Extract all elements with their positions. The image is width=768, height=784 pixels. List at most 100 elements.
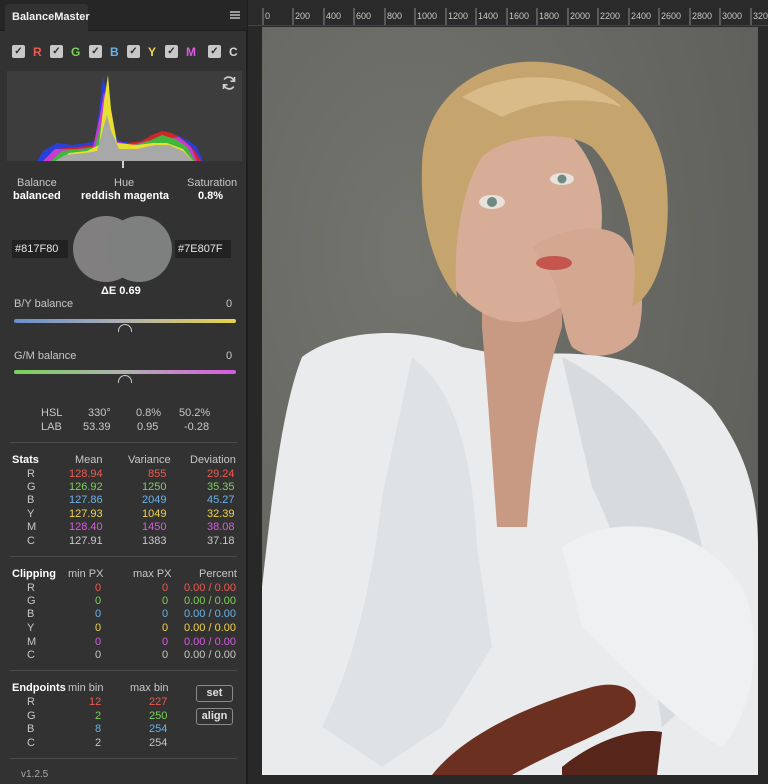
divider [10, 758, 237, 759]
stats-row-deviation: 29.24 [207, 468, 235, 480]
ruler-label: 1200 [448, 11, 469, 21]
clipping-title: Clipping [12, 568, 56, 580]
channel-label-c: C [229, 45, 238, 59]
ruler-label: 200 [295, 11, 311, 21]
hue-value: reddish magenta [81, 190, 170, 202]
endpoints-row-max: 254 [149, 737, 168, 749]
checkbox-c[interactable]: ✓ [208, 45, 221, 58]
endpoints-title: Endpoints [12, 682, 66, 694]
stats-title: Stats [12, 454, 39, 466]
by-balance-label: B/Y balance [14, 298, 74, 310]
ruler-label: 2800 [692, 11, 713, 21]
channel-label-r: R [33, 45, 42, 59]
stats-row-mean: 127.86 [69, 494, 103, 506]
hue-label: Hue [114, 177, 135, 189]
clipping-row-min: 0 [95, 649, 102, 661]
clipping-row-max: 0 [162, 649, 169, 661]
ruler-label: 1800 [539, 11, 560, 21]
endpoints-row-min: 2 [95, 710, 102, 722]
stats-row-ch: G [27, 481, 36, 493]
channel-label-b: B [110, 45, 119, 59]
endpoints-row-ch: G [27, 710, 36, 722]
right-hex-field[interactable]: #7E807F [175, 240, 231, 258]
checkbox-b[interactable]: ✓ [89, 45, 102, 58]
by-balance-slider[interactable] [14, 319, 236, 323]
endpoints-row-ch: B [27, 723, 35, 735]
endpoints-row-max: 227 [149, 696, 168, 708]
stats-row-deviation: 37.18 [207, 535, 235, 547]
ruler-label: 2600 [661, 11, 682, 21]
stats-row-mean: 127.93 [69, 508, 103, 520]
stats-row-ch: C [27, 535, 35, 547]
clipping-row-percent: 0.00 / 0.00 [184, 649, 236, 661]
refresh-icon[interactable] [221, 75, 237, 91]
ruler-label: 800 [387, 11, 403, 21]
clipping-row-ch: C [27, 649, 35, 661]
clipping-row-min: 0 [95, 622, 102, 634]
clipping-row-min: 0 [95, 636, 102, 648]
clipping-row-ch: R [27, 582, 35, 594]
gm-balance-value: 0 [226, 350, 233, 362]
balance-label: Balance [17, 177, 57, 189]
stats-row-ch: B [27, 494, 35, 506]
stats-header-mean: Mean [75, 454, 103, 466]
panel-tab[interactable]: BalanceMaster [5, 4, 90, 31]
portrait-illustration [262, 27, 758, 775]
stats-row-deviation: 38.08 [207, 521, 235, 533]
stats-header-variance: Variance [128, 454, 171, 466]
left-hex-field[interactable]: #817F80 [12, 240, 68, 258]
ruler-label: 3000 [722, 11, 743, 21]
hsl-h: 330° [88, 407, 111, 419]
photo-image[interactable] [262, 27, 758, 775]
endpoints-row-max: 250 [149, 710, 168, 722]
gm-balance-thumb[interactable] [118, 375, 132, 383]
hamburger-menu-icon[interactable] [230, 11, 240, 19]
gm-balance-label: G/M balance [14, 350, 77, 362]
by-balance-value: 0 [226, 298, 233, 310]
clipping-header-max: max PX [133, 568, 172, 580]
clipping-row-max: 0 [162, 595, 169, 607]
ruler-label: 2400 [631, 11, 652, 21]
ruler-label: 1400 [478, 11, 499, 21]
checkbox-m[interactable]: ✓ [165, 45, 178, 58]
stats-row-variance: 1383 [142, 535, 167, 547]
endpoints-row-ch: R [27, 696, 35, 708]
align-button[interactable]: align [196, 708, 233, 725]
channel-label-y: Y [148, 45, 157, 59]
lab-a: 0.95 [137, 421, 159, 433]
gm-balance-slider[interactable] [14, 370, 236, 374]
stats-row-ch: Y [27, 508, 35, 520]
clipping-row-max: 0 [162, 636, 169, 648]
lab-label: LAB [41, 421, 62, 433]
clipping-row-percent: 0.00 / 0.00 [184, 622, 236, 634]
stats-row-ch: M [27, 521, 37, 533]
balancemaster-panel: BalanceMaster ✓ R ✓ G ✓ B ✓ Y ✓ M ✓ C Ba… [0, 0, 247, 784]
checkbox-y[interactable]: ✓ [127, 45, 140, 58]
endpoints-header-min: min bin [68, 682, 104, 694]
stats-row-variance: 2049 [142, 494, 167, 506]
endpoints-row-min: 12 [89, 696, 102, 708]
by-balance-thumb[interactable] [118, 324, 132, 332]
clipping-row-percent: 0.00 / 0.00 [184, 582, 236, 594]
clipping-header-min: min PX [68, 568, 104, 580]
divider [10, 442, 237, 443]
horizontal-ruler[interactable]: 0 200 400 600 800 1000 1200 1400 1600 18… [248, 0, 768, 26]
endpoints-row-ch: C [27, 737, 35, 749]
endpoints-header-max: max bin [130, 682, 169, 694]
checkbox-r[interactable]: ✓ [12, 45, 25, 58]
divider [10, 670, 237, 671]
ruler-label: 0 [265, 11, 271, 21]
clipping-row-min: 0 [95, 608, 102, 620]
lab-l: 53.39 [83, 421, 111, 433]
saturation-value: 0.8% [198, 190, 224, 202]
swatch-right [106, 216, 172, 282]
set-button[interactable]: set [196, 685, 233, 702]
clipping-row-ch: G [27, 595, 36, 607]
saturation-label: Saturation [187, 177, 238, 189]
ruler-label: 400 [326, 11, 342, 21]
checkbox-g[interactable]: ✓ [50, 45, 63, 58]
clipping-row-max: 0 [162, 622, 169, 634]
clipping-row-percent: 0.00 / 0.00 [184, 608, 236, 620]
stats-row-deviation: 45.27 [207, 494, 235, 506]
endpoints-row-max: 254 [149, 723, 168, 735]
